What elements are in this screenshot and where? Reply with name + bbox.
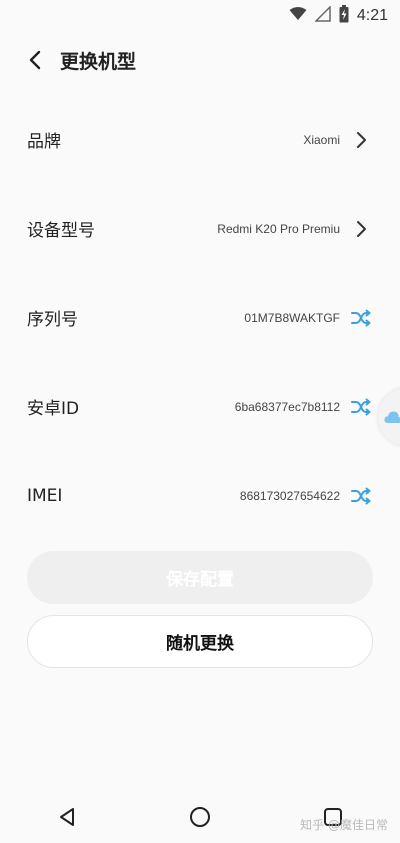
back-button[interactable]: [20, 45, 50, 75]
settings-list: 品牌 Xiaomi 设备型号 Redmi K20 Pro Premiu 序列号 …: [0, 95, 400, 540]
chevron-right-icon[interactable]: [350, 129, 372, 151]
row-device-model[interactable]: 设备型号 Redmi K20 Pro Premiu: [0, 184, 400, 273]
cloud-icon: [384, 411, 400, 423]
row-label: 设备型号: [27, 221, 95, 241]
wifi-icon: [289, 7, 307, 25]
row-imei: IMEI 868173027654622: [0, 451, 400, 540]
shuffle-icon[interactable]: [350, 307, 372, 329]
watermark: 知乎 @魔佳日常: [300, 818, 388, 832]
signal-icon: [314, 5, 331, 26]
row-value: Xiaomi: [303, 132, 340, 147]
top-bar: 更换机型: [0, 40, 400, 80]
row-label: 品牌: [27, 132, 61, 152]
random-change-button[interactable]: 随机更换: [27, 615, 373, 668]
row-label: 序列号: [27, 310, 78, 330]
nav-back-button[interactable]: [47, 797, 87, 837]
row-label: 安卓ID: [27, 399, 80, 419]
nav-back-icon: [59, 807, 74, 826]
row-value: Redmi K20 Pro Premiu: [217, 221, 340, 236]
status-time: 4:21: [356, 7, 388, 24]
row-brand[interactable]: 品牌 Xiaomi: [0, 95, 400, 184]
row-value: 6ba68377ec7b8112: [234, 399, 340, 414]
nav-home-icon: [189, 806, 210, 827]
save-config-button[interactable]: 保存配置: [27, 551, 373, 604]
shuffle-icon[interactable]: [350, 396, 372, 418]
battery-charging-icon: [339, 5, 349, 27]
status-bar: 4:21: [0, 0, 400, 32]
shuffle-icon[interactable]: [350, 485, 372, 507]
back-chevron-icon: [29, 50, 41, 70]
row-serial-number: 序列号 01M7B8WAKTGF: [0, 273, 400, 362]
row-label: IMEI: [27, 485, 63, 506]
chevron-right-icon[interactable]: [350, 218, 372, 240]
row-value: 868173027654622: [239, 488, 340, 503]
row-android-id: 安卓ID 6ba68377ec7b8112: [0, 362, 400, 451]
nav-home-button[interactable]: [180, 797, 220, 837]
page-title: 更换机型: [60, 50, 137, 73]
row-value: 01M7B8WAKTGF: [244, 310, 340, 325]
